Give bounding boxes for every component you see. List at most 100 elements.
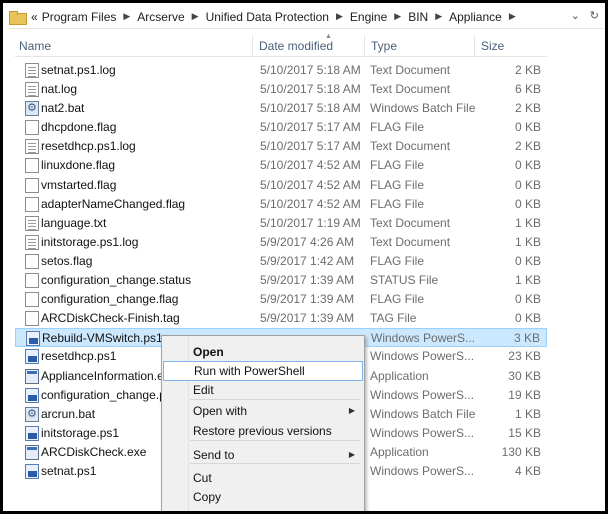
file-type: Text Document bbox=[370, 215, 451, 230]
file-name: configuration_change.status bbox=[41, 273, 192, 288]
file-size: 2 KB bbox=[514, 101, 541, 116]
file-row[interactable]: setos.flag 5/9/2017 1:42 AM FLAG File 0 KB bbox=[15, 252, 547, 271]
file-size: 4 KB bbox=[514, 463, 541, 478]
chevron-right-icon[interactable]: ▶ bbox=[331, 11, 348, 22]
file-date-modified: 5/10/2017 5:18 AM bbox=[260, 101, 361, 116]
menu-item-run-with-powershell[interactable]: Run with PowerShell bbox=[163, 361, 363, 381]
chevron-right-icon[interactable]: ▶ bbox=[504, 11, 521, 22]
file-size: 1 KB bbox=[514, 234, 541, 249]
file-row[interactable]: linuxdone.flag 5/10/2017 4:52 AM FLAG File… bbox=[15, 156, 547, 175]
file-size: 0 KB bbox=[514, 177, 541, 192]
file-row[interactable]: nat.log 5/10/2017 5:18 AM Text Document 6 K… bbox=[15, 80, 547, 99]
file-name: vmstarted.flag bbox=[41, 177, 117, 192]
refresh-icon[interactable]: ↻ bbox=[590, 9, 599, 22]
file-size: 0 KB bbox=[514, 253, 541, 268]
file-name: dhcpdone.flag bbox=[41, 120, 117, 135]
file-type: Text Document bbox=[370, 63, 451, 77]
batch-file-icon bbox=[25, 406, 39, 422]
text-document-icon bbox=[25, 139, 39, 155]
menu-item-label: Copy bbox=[193, 490, 222, 504]
address-bar[interactable]: « Program Files ▶ Arcserve ▶ Unified Dat… bbox=[7, 5, 603, 29]
column-header-name[interactable]: Name bbox=[15, 35, 253, 57]
menu-item-cut[interactable]: Cut bbox=[163, 468, 363, 488]
file-name: setos.flag bbox=[41, 253, 93, 268]
column-header-type[interactable]: Type bbox=[367, 35, 475, 57]
menu-item-label: Cut bbox=[193, 471, 212, 485]
file-size: 1 KB bbox=[514, 273, 541, 288]
file-size: 0 KB bbox=[514, 120, 541, 135]
menu-item-open[interactable]: Open bbox=[163, 342, 363, 362]
breadcrumb-bin[interactable]: BIN bbox=[406, 10, 430, 24]
column-header-date-modified[interactable]: Date modified bbox=[255, 35, 365, 57]
menu-item-restore-previous-versions[interactable]: Restore previous versions bbox=[163, 421, 363, 441]
menu-item-copy[interactable]: Copy bbox=[163, 487, 363, 507]
blank-file-icon bbox=[25, 253, 39, 269]
text-document-icon bbox=[25, 82, 39, 98]
breadcrumb-program-files[interactable]: Program Files bbox=[40, 10, 119, 24]
file-row[interactable]: setnat.ps1.log 5/10/2017 5:18 AM Text Docu… bbox=[15, 61, 547, 80]
file-name: resetdhcp.ps1 bbox=[41, 349, 117, 364]
file-date-modified: 5/9/2017 1:39 AM bbox=[260, 292, 355, 307]
file-name: ApplianceInformation.exe bbox=[41, 368, 177, 383]
file-type: Windows Batch File bbox=[370, 406, 475, 421]
blank-file-icon bbox=[25, 273, 39, 289]
file-row[interactable]: language.txt 5/10/2017 1:19 AM Text Docume… bbox=[15, 214, 547, 233]
file-type: Windows PowerS... bbox=[370, 349, 475, 364]
menu-item-send-to[interactable]: Send to ▶ bbox=[163, 445, 363, 465]
file-date-modified: 5/10/2017 5:17 AM bbox=[260, 120, 361, 135]
chevron-right-icon[interactable]: ▶ bbox=[389, 11, 406, 22]
file-row[interactable]: ARCDiskCheck-Finish.tag 5/9/2017 1:39 AM T… bbox=[15, 309, 547, 328]
context-menu: Open Run with PowerShell Edit Open with ▶ Res… bbox=[161, 335, 365, 511]
file-type: Windows Batch File bbox=[370, 101, 475, 116]
breadcrumb-engine[interactable]: Engine bbox=[348, 10, 389, 24]
file-row[interactable]: resetdhcp.ps1.log 5/10/2017 5:17 AM Text D… bbox=[15, 137, 547, 156]
application-icon bbox=[25, 368, 39, 384]
breadcrumb-arcserve[interactable]: Arcserve bbox=[135, 10, 186, 24]
file-date-modified: 5/10/2017 4:52 AM bbox=[260, 158, 361, 173]
chevron-right-icon: ▶ bbox=[348, 450, 355, 459]
file-name: adapterNameChanged.flag bbox=[41, 196, 186, 211]
blank-file-icon bbox=[25, 177, 39, 193]
file-type: FLAG File bbox=[370, 196, 425, 211]
file-row[interactable]: configuration_change.flag 5/9/2017 1:39 A… bbox=[15, 290, 547, 309]
column-header-size[interactable]: Size bbox=[477, 35, 547, 57]
breadcrumb-unified-data-protection[interactable]: Unified Data Protection bbox=[204, 10, 331, 24]
file-size: 0 KB bbox=[514, 158, 541, 173]
file-type: Text Document bbox=[370, 82, 451, 97]
file-type: FLAG File bbox=[370, 253, 425, 268]
breadcrumb-overflow[interactable]: « bbox=[29, 10, 40, 24]
file-name: nat.log bbox=[41, 82, 78, 97]
chevron-right-icon[interactable]: ▶ bbox=[118, 11, 135, 22]
file-row[interactable]: dhcpdone.flag 5/10/2017 5:17 AM FLAG File 0… bbox=[15, 118, 547, 137]
file-row[interactable]: initstorage.ps1.log 5/9/2017 4:26 AM Text … bbox=[15, 233, 547, 252]
menu-item-open-with[interactable]: Open with ▶ bbox=[163, 401, 363, 421]
file-type: FLAG File bbox=[370, 120, 425, 135]
chevron-down-icon[interactable]: ⌄ bbox=[571, 9, 580, 22]
powershell-script-icon bbox=[25, 425, 39, 441]
file-name: language.txt bbox=[41, 215, 107, 230]
file-row[interactable]: configuration_change.status 5/9/2017 1:39… bbox=[15, 271, 547, 290]
file-row[interactable]: vmstarted.flag 5/10/2017 4:52 AM FLAG File… bbox=[15, 176, 547, 195]
file-date-modified: 5/9/2017 1:42 AM bbox=[260, 253, 355, 268]
file-name: ARCDiskCheck.exe bbox=[41, 444, 147, 459]
file-size: 2 KB bbox=[514, 139, 541, 154]
file-row[interactable]: nat2.bat 5/10/2017 5:18 AM Windows Batch F… bbox=[15, 99, 547, 118]
chevron-right-icon[interactable]: ▶ bbox=[430, 11, 447, 22]
file-date-modified: 5/10/2017 5:18 AM bbox=[260, 82, 361, 97]
file-date-modified: 5/10/2017 1:19 AM bbox=[260, 215, 361, 230]
blank-file-icon bbox=[25, 196, 39, 212]
menu-item-edit[interactable]: Edit bbox=[163, 380, 363, 400]
chevron-right-icon[interactable]: ▶ bbox=[187, 11, 204, 22]
menu-item-label: Open with bbox=[193, 404, 248, 418]
file-size: 23 KB bbox=[508, 349, 541, 364]
column-header-row: ▲ Name Date modified Type Size bbox=[15, 33, 547, 57]
file-size: 3 KB bbox=[513, 331, 540, 346]
breadcrumb: « Program Files ▶ Arcserve ▶ Unified Dat… bbox=[29, 10, 521, 24]
file-name: setnat.ps1.log bbox=[41, 63, 116, 77]
menu-item-label: Edit bbox=[193, 383, 214, 397]
breadcrumb-appliance[interactable]: Appliance bbox=[447, 10, 504, 24]
menu-item-label: Restore previous versions bbox=[193, 424, 332, 438]
file-row[interactable]: adapterNameChanged.flag 5/10/2017 4:52 AM… bbox=[15, 195, 547, 214]
file-explorer-window: « Program Files ▶ Arcserve ▶ Unified Dat… bbox=[0, 0, 608, 514]
file-type: Windows PowerS... bbox=[370, 425, 475, 440]
